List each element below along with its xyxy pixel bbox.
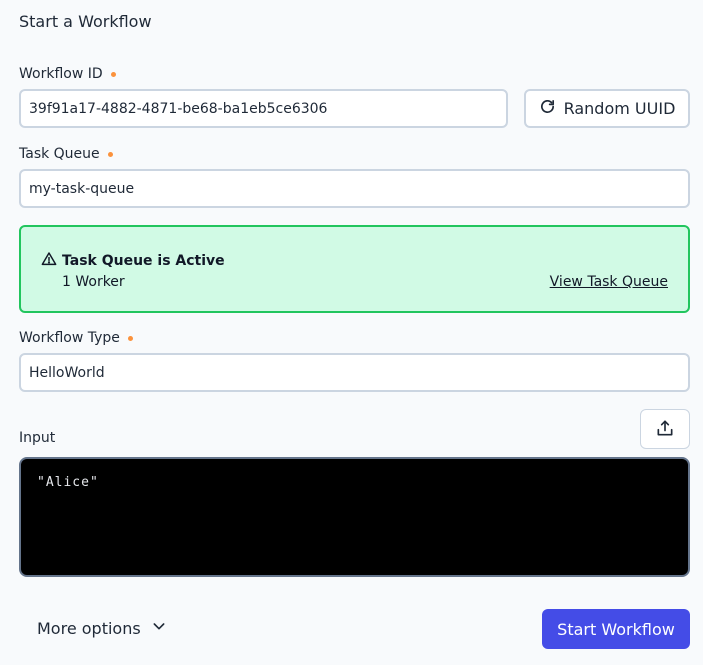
more-options-toggle[interactable]: More options: [37, 618, 167, 638]
random-uuid-button-label: Random UUID: [563, 99, 676, 118]
workflow-id-label-text: Workflow ID: [19, 66, 103, 82]
chevron-down-icon: [151, 618, 167, 638]
task-queue-status-alert: Task Queue is Active 1 Worker View Task …: [19, 225, 690, 313]
code-line: "Alice": [37, 475, 99, 490]
task-queue-label-text: Task Queue: [19, 146, 100, 162]
required-indicator: [107, 151, 113, 157]
more-options-label: More options: [37, 618, 141, 638]
page-title: Start a Workflow: [19, 12, 152, 31]
alert-title-text: Task Queue is Active: [62, 253, 225, 269]
upload-button[interactable]: [640, 409, 690, 449]
required-indicator: [127, 335, 133, 341]
upload-icon: [655, 418, 675, 441]
workflow-type-label: Workflow Type: [19, 330, 133, 346]
workflow-type-input[interactable]: [19, 353, 690, 392]
input-code-editor[interactable]: "Alice": [19, 457, 690, 577]
start-workflow-button[interactable]: Start Workflow: [542, 609, 690, 649]
refresh-icon: [539, 98, 556, 119]
required-indicator: [110, 71, 116, 77]
view-task-queue-link[interactable]: View Task Queue: [550, 274, 668, 290]
task-queue-label: Task Queue: [19, 146, 113, 162]
workflow-id-input[interactable]: [19, 89, 508, 128]
workflow-type-label-text: Workflow Type: [19, 330, 120, 346]
input-label-text: Input: [19, 430, 56, 446]
alert-title: Task Queue is Active: [41, 251, 225, 271]
random-uuid-button[interactable]: Random UUID: [524, 89, 690, 128]
warning-icon: [41, 251, 57, 271]
input-label: Input: [19, 430, 55, 446]
workflow-id-label: Workflow ID: [19, 66, 116, 82]
task-queue-input[interactable]: [19, 169, 690, 208]
worker-count: 1 Worker: [62, 274, 125, 290]
